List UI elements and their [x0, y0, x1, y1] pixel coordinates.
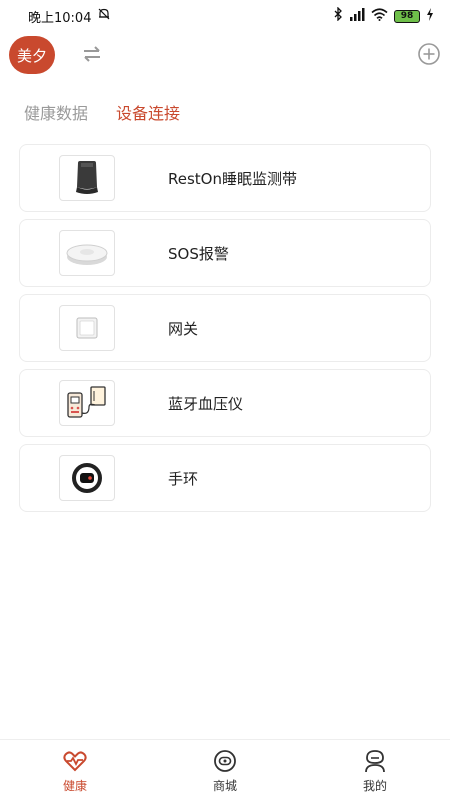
blood-pressure-monitor-icon — [67, 386, 106, 418]
device-thumbnail — [59, 155, 115, 201]
nav-label: 我的 — [362, 779, 387, 793]
wifi-icon — [371, 7, 388, 25]
status-bar: 晚上10:04 98 — [0, 0, 450, 32]
device-name: SOS报警 — [168, 244, 229, 263]
device-card-blood-pressure[interactable]: 蓝牙血压仪 — [19, 369, 431, 437]
battery-indicator: 98 — [394, 9, 420, 23]
device-thumbnail — [59, 230, 115, 276]
bottom-nav: 健康 商城 我的 — [0, 739, 450, 800]
status-time: 晚上10:04 — [28, 10, 92, 26]
bluetooth-icon — [333, 6, 343, 25]
store-icon — [214, 750, 236, 772]
gateway-icon — [76, 317, 98, 339]
heart-pulse-icon — [63, 751, 87, 772]
device-card-sos-alarm[interactable]: SOS报警 — [19, 219, 431, 287]
device-thumbnail — [59, 455, 115, 501]
status-right: 98 — [333, 6, 434, 25]
nav-store[interactable]: 商城 — [150, 740, 300, 800]
device-name: RestOn睡眠监测带 — [168, 169, 297, 188]
tab-bar: 健康数据 设备连接 — [24, 100, 180, 124]
device-name: 蓝牙血压仪 — [168, 394, 244, 413]
avatar[interactable]: 美夕 — [9, 36, 55, 74]
tab-health-data[interactable]: 健康数据 — [24, 100, 88, 124]
device-name: 网关 — [168, 319, 199, 338]
tab-device-connection[interactable]: 设备连接 — [116, 100, 180, 124]
device-thumbnail — [59, 380, 115, 426]
nav-label: 商城 — [212, 779, 237, 793]
nav-label: 健康 — [62, 779, 87, 793]
switch-user-button[interactable] — [80, 42, 104, 66]
device-connection-screen: 晚上10:04 98 美夕 健康数据 设备连接 RestOn睡眠监测带 SOS报… — [0, 0, 450, 800]
nav-profile[interactable]: 我的 — [300, 740, 450, 800]
device-name: 手环 — [168, 469, 199, 488]
device-card-gateway[interactable]: 网关 — [19, 294, 431, 362]
switch-arrows-icon — [84, 46, 100, 62]
profile-icon — [365, 750, 385, 773]
mute-bell-icon — [97, 7, 111, 25]
add-device-button[interactable] — [417, 42, 441, 66]
wristband-icon — [72, 463, 102, 493]
header: 美夕 — [0, 32, 450, 78]
device-list: RestOn睡眠监测带 SOS报警 网关 蓝牙血压仪 手环 — [19, 144, 431, 519]
charging-icon — [426, 7, 434, 25]
nav-health[interactable]: 健康 — [0, 740, 150, 800]
device-card-wristband[interactable]: 手环 — [19, 444, 431, 512]
status-left: 晚上10:04 — [28, 7, 111, 26]
plus-circle-icon — [418, 43, 440, 65]
device-thumbnail — [59, 305, 115, 351]
device-card-sleep-monitor[interactable]: RestOn睡眠监测带 — [19, 144, 431, 212]
sleep-monitor-belt-icon — [76, 161, 98, 194]
sos-alarm-icon — [66, 244, 108, 265]
signal-icon — [349, 7, 365, 25]
